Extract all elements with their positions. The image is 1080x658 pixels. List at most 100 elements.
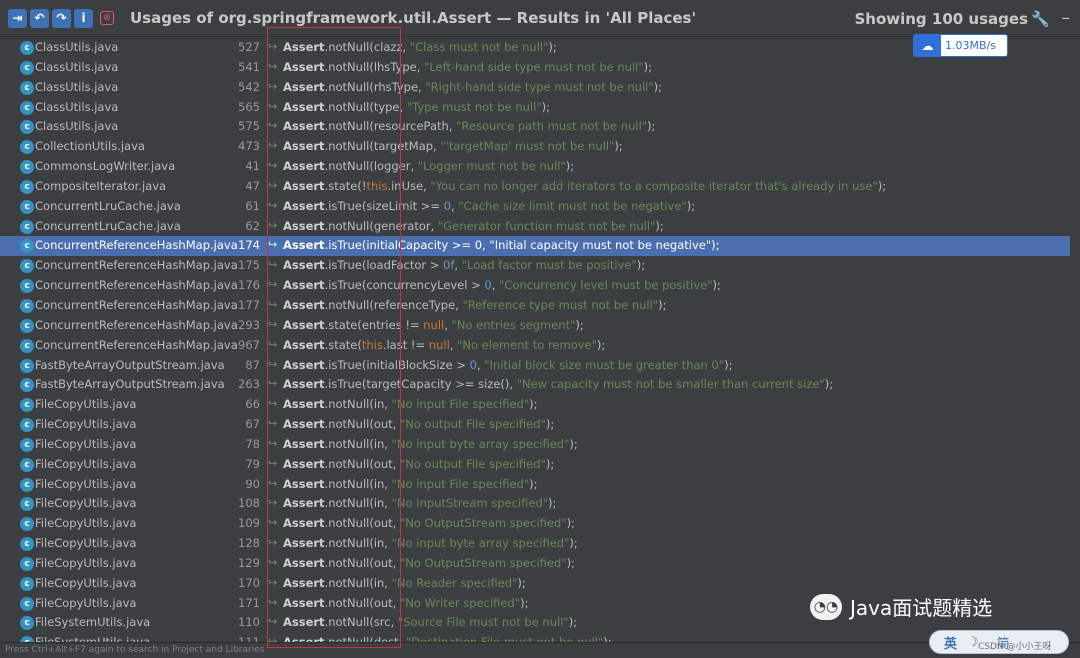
usage-file: ConcurrentReferenceHashMap.java (35, 297, 238, 312)
code-token: .notNull(out, (324, 456, 400, 471)
code-token: ); (548, 40, 557, 54)
usage-row[interactable]: c FileCopyUtils.java 66 ↪ Assert.notNull(in,… (0, 395, 1070, 415)
usage-line: 108 (238, 496, 260, 511)
class-icon: c (20, 60, 34, 75)
info-icon[interactable]: i (74, 8, 93, 28)
usage-code: Assert.notNull(out, "No OutputStream spe… (283, 516, 575, 530)
usage-row[interactable]: c CollectionUtils.java 473 ↪ Assert.notNull(… (0, 137, 1070, 157)
usage-row[interactable]: c CommonsLogWriter.java 41 ↪ Assert.notNull(… (0, 157, 1070, 177)
usage-icon: ↪ (268, 278, 278, 292)
usage-row[interactable]: c CompositeIterator.java 47 ↪ Assert.state(!… (0, 177, 1070, 197)
expand-all-icon[interactable]: ⇥ (8, 8, 27, 28)
usage-line: 171 (238, 595, 260, 610)
usage-line: 176 (238, 278, 260, 293)
usage-row[interactable]: c ConcurrentReferenceHashMap.java 967 ↪ Asse… (0, 336, 1070, 356)
moon-icon[interactable]: ☽ (967, 635, 979, 650)
usage-row[interactable]: c FileCopyUtils.java 78 ↪ Assert.notNull(in,… (0, 435, 1070, 455)
code-token: .notNull(resourcePath, (324, 119, 457, 134)
usage-file: ClassUtils.java (35, 40, 119, 54)
class-icon: c (20, 358, 34, 373)
previous-occurrence-icon[interactable]: ↶ (30, 8, 49, 28)
usage-icon: ↪ (268, 476, 278, 490)
code-token: .notNull(out, (324, 595, 400, 610)
code-token: Assert (283, 516, 325, 531)
code-token: Assert (283, 297, 325, 312)
usage-row[interactable]: c ClassUtils.java 541 ↪ Assert.notNull(lhsTy… (0, 58, 1070, 78)
class-icon: c (20, 418, 34, 433)
scrollbar[interactable] (1070, 38, 1080, 642)
code-token: "Resource path must not be null" (456, 119, 648, 134)
code-token: "No Writer specified" (399, 595, 521, 610)
usage-row[interactable]: c ClassUtils.java 565 ↪ Assert.notNull(type,… (0, 98, 1070, 118)
code-token: "No output File specified" (399, 417, 546, 432)
code-token: Assert (283, 615, 325, 630)
usage-row[interactable]: c FastByteArrayOutputStream.java 263 ↪ Asser… (0, 375, 1070, 395)
usage-row[interactable]: c FileCopyUtils.java 128 ↪ Assert.notNull(in… (0, 534, 1070, 554)
usage-file: FileCopyUtils.java (35, 536, 137, 551)
usage-row[interactable]: c ClassUtils.java 527 ↪ Assert.notNull(clazz… (0, 38, 1070, 58)
code-token: "Concurrency level must be positive" (499, 278, 713, 293)
ime-toolbar[interactable]: 英 ☽ 简 CSDN @小小王呀 (929, 630, 1069, 654)
usage-icon: ↪ (268, 417, 278, 431)
next-occurrence-icon[interactable]: ↷ (52, 8, 71, 28)
usage-icon: ↪ (268, 178, 278, 192)
usage-code: Assert.state(!this.inUse, "You can no lo… (283, 179, 886, 193)
usage-row[interactable]: cFileSystemUtils.java111↪Assert.notNull(… (0, 633, 1070, 642)
settings-wrench-icon[interactable]: 🔧 (1031, 10, 1050, 28)
class-icon: c (20, 457, 34, 472)
code-token: "Left-hand side type must not be null" (424, 59, 644, 74)
code-token: ); (545, 417, 555, 432)
usage-code: Assert.isTrue(loadFactor > 0f, "Load fac… (283, 258, 645, 272)
usage-row[interactable]: c FileCopyUtils.java 170 ↪ Assert.notNull(in… (0, 574, 1070, 594)
code-token: "No entries segment" (451, 317, 576, 332)
code-token: ); (545, 456, 555, 471)
usage-line: 542 (238, 79, 260, 94)
code-token: .notNull(in, (324, 397, 392, 412)
code-token: .notNull(logger, (324, 159, 418, 174)
usage-row[interactable]: c ClassUtils.java 575 ↪ Assert.notNull(resou… (0, 117, 1070, 137)
usage-row[interactable]: c ConcurrentReferenceHashMap.java 174 ↪ Asse… (0, 236, 1070, 257)
code-token: "No input File specified" (391, 476, 530, 491)
usage-row[interactable]: c FileCopyUtils.java 129 ↪ Assert.notNull(ou… (0, 554, 1070, 574)
usage-file: FileCopyUtils.java (35, 456, 137, 471)
code-token: .notNull(in, (324, 476, 392, 491)
code-token: "No InputStream specified" (391, 496, 549, 511)
usage-line: 177 (238, 297, 260, 312)
usage-code: Assert.notNull(src, "Source File must no… (283, 615, 577, 629)
usage-row[interactable]: c ConcurrentReferenceHashMap.java 177 ↪ Asse… (0, 296, 1070, 316)
usage-row[interactable]: c FileCopyUtils.java 109 ↪ Assert.notNull(ou… (0, 514, 1070, 534)
pin-icon[interactable]: ⊙ (100, 11, 114, 25)
usage-row[interactable]: c ConcurrentLruCache.java 61 ↪ Assert.isTrue… (0, 197, 1070, 217)
usage-line: 541 (238, 59, 260, 74)
usage-file: FileCopyUtils.java (35, 595, 137, 610)
usage-row[interactable]: c ConcurrentReferenceHashMap.java 176 ↪ Asse… (0, 276, 1070, 296)
code-token: ); (548, 496, 557, 511)
usage-icon: ↪ (268, 40, 278, 53)
usage-row[interactable]: c ConcurrentReferenceHashMap.java 175 ↪ Asse… (0, 256, 1070, 276)
minimize-icon[interactable]: – (1062, 8, 1071, 28)
usage-row[interactable]: c FileCopyUtils.java 108 ↪ Assert.notNull(in… (0, 494, 1070, 514)
usage-row[interactable]: c ClassUtils.java 542 ↪ Assert.notNull(rhsTy… (0, 78, 1070, 98)
class-icon: c (20, 616, 34, 631)
usage-icon: ↪ (268, 218, 278, 232)
usage-file: ConcurrentReferenceHashMap.java (35, 337, 238, 352)
usage-code: Assert.isTrue(concurrencyLevel > 0, "Con… (283, 278, 721, 292)
usage-row[interactable]: c ConcurrentReferenceHashMap.java 293 ↪ Asse… (0, 316, 1070, 336)
usage-line: 473 (238, 139, 260, 154)
usage-icon: ↪ (268, 79, 278, 93)
code-token: ); (643, 59, 653, 74)
usage-row[interactable]: c FileCopyUtils.java 67 ↪ Assert.notNull(out… (0, 415, 1070, 435)
usage-file: FileCopyUtils.java (35, 496, 137, 511)
class-icon: c (20, 219, 34, 234)
usage-file: CollectionUtils.java (35, 139, 145, 154)
code-token: .notNull(rhsType, (324, 79, 426, 94)
usage-row[interactable]: c FileCopyUtils.java 79 ↪ Assert.notNull(out… (0, 455, 1070, 475)
code-token: Assert (283, 218, 325, 233)
code-token: ); (596, 337, 606, 352)
class-icon: c (20, 437, 34, 452)
usage-row[interactable]: c FileCopyUtils.java 90 ↪ Assert.notNull(in,… (0, 475, 1070, 495)
usage-row[interactable]: c FastByteArrayOutputStream.java 87 ↪ Assert… (0, 356, 1070, 376)
ime-english[interactable]: 英 (944, 633, 957, 652)
usage-row[interactable]: c ConcurrentLruCache.java 62 ↪ Assert.notNul… (0, 217, 1070, 237)
code-token: Assert (283, 79, 325, 94)
